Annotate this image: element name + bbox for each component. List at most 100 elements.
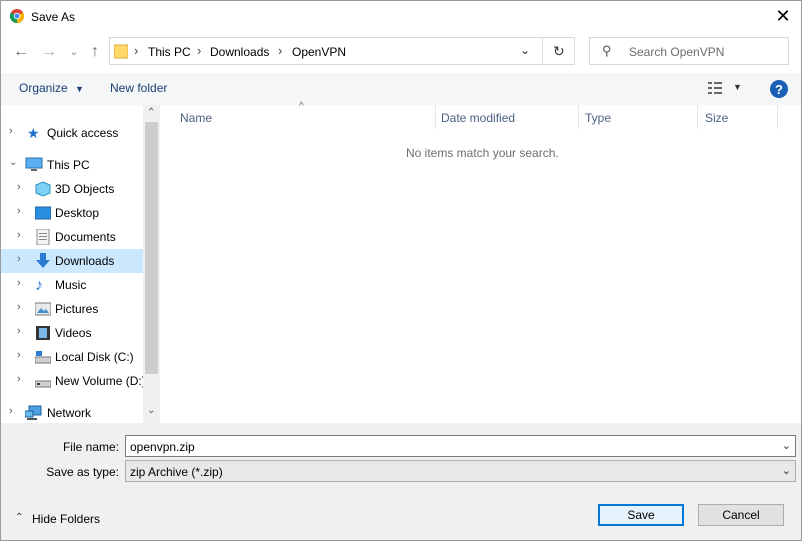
arrow-left-icon: ← <box>13 43 29 60</box>
file-name-input[interactable]: openvpn.zip ⌄ <box>125 435 796 457</box>
forward-button[interactable]: → <box>39 42 59 62</box>
column-divider[interactable] <box>777 105 778 129</box>
nav-item-videos[interactable]: › Videos <box>1 321 143 345</box>
nav-item-local-disk-c[interactable]: › Local Disk (C:) <box>1 345 143 369</box>
document-icon <box>35 228 51 246</box>
file-name-value: openvpn.zip <box>130 440 195 454</box>
organize-label: Organize <box>19 81 68 95</box>
save-button[interactable]: Save <box>598 504 684 526</box>
command-bar: Organize ▼ New folder ▼ ? <box>1 73 801 106</box>
nav-scrollbar-thumb[interactable] <box>145 122 158 374</box>
chevron-right-icon: › <box>9 405 13 417</box>
file-list-pane: ^ Name Date modified Type Size No items … <box>160 101 801 423</box>
help-icon[interactable]: ? <box>770 80 788 98</box>
save-panel: File name: openvpn.zip ⌄ Save as type: z… <box>1 423 801 540</box>
chevron-right-icon: › <box>17 373 21 385</box>
chevron-right-icon: › <box>17 277 21 289</box>
close-icon: ✕ <box>775 6 791 26</box>
new-folder-button[interactable]: New folder <box>110 81 167 95</box>
nav-label: Quick access <box>47 126 119 140</box>
nav-item-desktop[interactable]: › Desktop <box>1 201 143 225</box>
title-bar: Save As ✕ <box>1 1 801 32</box>
column-header-name[interactable]: Name <box>180 111 212 125</box>
breadcrumb-downloads[interactable]: Downloads <box>210 45 269 59</box>
film-icon <box>35 325 51 341</box>
nav-label: Documents <box>55 230 116 244</box>
breadcrumb-this-pc[interactable]: This PC <box>148 45 191 59</box>
folder-icon <box>113 43 129 59</box>
nav-item-pictures[interactable]: › Pictures <box>1 297 143 321</box>
computer-icon <box>25 157 43 173</box>
empty-message: No items match your search. <box>406 146 559 160</box>
nav-label: Desktop <box>55 206 100 220</box>
chevron-right-icon: › <box>9 125 13 137</box>
scroll-up-icon[interactable]: ⌃ <box>147 107 155 118</box>
chevron-right-icon: › <box>17 325 21 337</box>
refresh-icon[interactable]: ↻ <box>553 43 565 60</box>
chevron-right-icon: › <box>17 253 21 265</box>
nav-label: Music <box>55 278 87 292</box>
file-name-label: File name: <box>62 440 119 454</box>
nav-item-quick-access[interactable]: › ★ Quick access <box>1 121 143 145</box>
nav-label: Local Disk (C:) <box>55 350 134 364</box>
nav-item-downloads[interactable]: › Downloads <box>1 249 143 273</box>
chevron-up-icon[interactable]: ⌃ <box>15 512 23 523</box>
desktop-icon <box>34 205 52 221</box>
nav-label: Network <box>47 406 92 420</box>
chevron-down-icon: ⌄ <box>69 46 79 58</box>
arrow-right-icon: → <box>41 43 57 60</box>
chevron-down-icon[interactable]: ⌄ <box>782 439 791 452</box>
up-button[interactable]: ↑ <box>85 42 105 62</box>
chrome-icon <box>9 9 25 24</box>
picture-icon <box>34 301 52 317</box>
arrow-up-icon: ↑ <box>91 43 99 60</box>
nav-label: Downloads <box>55 254 115 268</box>
window-title: Save As <box>31 10 76 24</box>
cancel-button[interactable]: Cancel <box>698 504 784 526</box>
breadcrumb-openvpn[interactable]: OpenVPN <box>292 45 346 59</box>
column-divider[interactable] <box>578 105 579 129</box>
nav-label: Videos <box>55 326 92 340</box>
caret-down-icon: ▼ <box>75 84 84 94</box>
breadcrumb-separator-icon: › <box>134 43 139 58</box>
save-type-label: Save as type: <box>46 465 119 479</box>
column-header-type[interactable]: Type <box>585 111 611 125</box>
search-box[interactable]: ⚲ Search OpenVPN <box>589 37 789 65</box>
drive-icon <box>34 373 52 389</box>
back-button[interactable]: ← <box>11 42 31 62</box>
cube-icon <box>35 181 51 197</box>
breadcrumb-separator-icon: › <box>197 43 202 58</box>
nav-label: 3D Objects <box>55 182 115 196</box>
nav-label: Pictures <box>55 302 99 316</box>
search-placeholder: Search OpenVPN <box>629 45 725 59</box>
address-divider <box>542 38 543 64</box>
chevron-right-icon: › <box>17 349 21 361</box>
column-header-size[interactable]: Size <box>705 111 728 125</box>
save-type-select[interactable]: zip Archive (*.zip) ⌄ <box>125 460 796 482</box>
address-bar[interactable]: › This PC › Downloads › OpenVPN ⌄ ↻ <box>109 37 575 65</box>
recent-locations-button[interactable]: ⌄ <box>64 42 84 62</box>
nav-item-network[interactable]: › Network <box>1 401 143 423</box>
address-dropdown-icon[interactable]: ⌄ <box>520 43 530 57</box>
save-type-value: zip Archive (*.zip) <box>130 465 223 479</box>
organize-button[interactable]: Organize ▼ <box>19 81 84 95</box>
nav-label: This PC <box>47 158 90 172</box>
hide-folders-button[interactable]: Hide Folders <box>32 512 100 526</box>
nav-item-documents[interactable]: › Documents <box>1 225 143 249</box>
search-icon: ⚲ <box>602 43 612 58</box>
chevron-right-icon: › <box>17 181 21 193</box>
view-options-icon[interactable] <box>708 81 724 95</box>
column-header-date-modified[interactable]: Date modified <box>441 111 515 125</box>
network-icon <box>24 405 42 421</box>
nav-item-this-pc[interactable]: ⌄ This PC <box>1 153 143 177</box>
view-dropdown-icon[interactable]: ▼ <box>733 82 742 92</box>
nav-item-3d-objects[interactable]: › 3D Objects <box>1 177 143 201</box>
column-divider[interactable] <box>435 105 436 129</box>
chevron-right-icon: › <box>17 205 21 217</box>
nav-item-new-volume-d[interactable]: › New Volume (D:) <box>1 369 143 393</box>
chevron-down-icon: ⌄ <box>9 157 18 168</box>
scroll-down-icon[interactable]: ⌄ <box>147 405 155 416</box>
close-button[interactable]: ✕ <box>765 1 801 32</box>
nav-item-music[interactable]: › ♪ Music <box>1 273 143 297</box>
column-divider[interactable] <box>697 105 698 129</box>
